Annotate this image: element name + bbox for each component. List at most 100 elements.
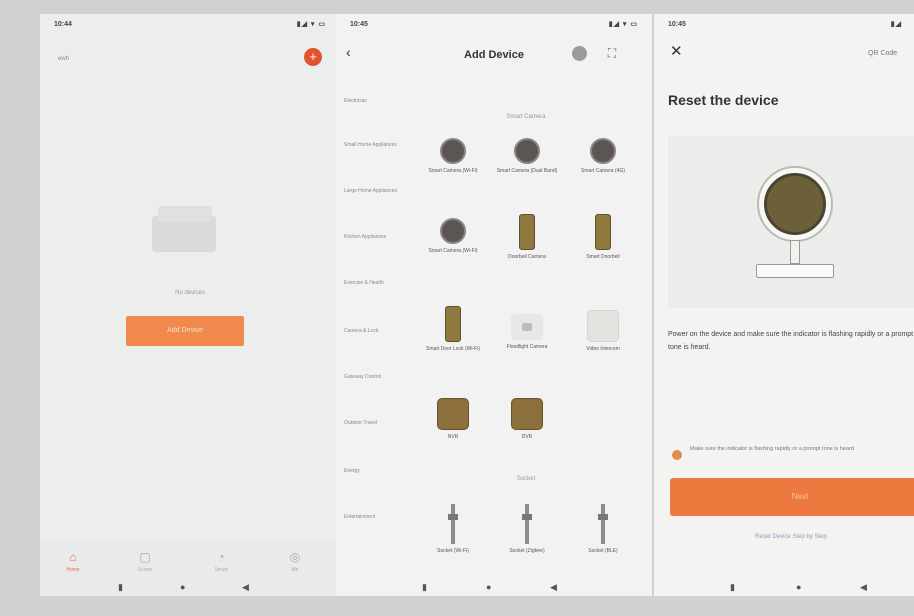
scene-icon: ▢ (139, 550, 151, 564)
home-nav-icon[interactable]: ● (180, 582, 185, 592)
socket-icon (522, 504, 532, 544)
status-time: 10:45 (668, 21, 686, 28)
plus-circle-icon[interactable]: + (304, 48, 322, 66)
category-item[interactable]: Energy (344, 468, 402, 474)
recents-icon[interactable]: ▮ (422, 582, 427, 593)
back-nav-icon[interactable]: ◀ (860, 582, 867, 593)
camera-icon (590, 138, 616, 164)
camera-stand (790, 240, 800, 264)
system-nav-bar: ▮ ● ◀ (336, 580, 652, 596)
socket-icon (448, 504, 458, 544)
tab-home[interactable]: ⌂ Home (48, 550, 98, 573)
device-item[interactable]: Floodlight Camera (494, 314, 560, 350)
category-item[interactable]: Camera & Lock (344, 328, 402, 334)
instruction-text: Power on the device and make sure the in… (668, 331, 914, 351)
category-item[interactable]: Large Home Appliances (344, 188, 402, 194)
floodlight-camera-icon (511, 314, 543, 340)
device-item[interactable]: Doorbell Camera (494, 214, 560, 260)
category-item[interactable]: Exercise & Health (344, 280, 402, 286)
tab-me[interactable]: ◎ Me (270, 550, 320, 573)
device-item[interactable]: Smart Camera (4G) (570, 138, 636, 174)
tab-smart[interactable]: ◔ Smart (196, 550, 246, 573)
system-nav-bar: ▮ ● ◀ (40, 580, 340, 596)
category-item[interactable]: Electrician (344, 98, 402, 104)
device-label: Video Intercom (586, 346, 620, 352)
device-item[interactable]: Smart Door Lock (Wi-Fi) (420, 306, 486, 352)
tab-label: Home (66, 567, 80, 573)
confirm-checkbox[interactable] (672, 450, 682, 460)
nvr-icon (437, 398, 469, 430)
device-label: NVR (447, 434, 459, 440)
recents-icon[interactable]: ▮ (730, 582, 735, 593)
status-bar: 10:44 ▮◢ ▾ ▭ (50, 20, 330, 32)
status-icons: ▮◢ (890, 21, 902, 28)
home-nav-icon[interactable]: ● (796, 582, 801, 592)
auto-scan-icon[interactable] (572, 46, 587, 61)
scan-icon[interactable]: ⛶ (604, 45, 620, 61)
device-label: Socket (BLE) (588, 548, 618, 554)
door-lock-icon (445, 306, 461, 342)
device-label: DVR (521, 434, 533, 440)
system-nav-bar: ▮ ● ◀ (654, 580, 914, 596)
device-item[interactable]: Socket (BLE) (570, 504, 636, 554)
device-item[interactable]: Video Intercom (570, 310, 636, 352)
next-button[interactable]: Next (670, 478, 914, 516)
bottom-tab-bar: ⌂ Home ▢ Scene ◔ Smart ◎ Me ▮ ● ◀ (40, 540, 340, 596)
page-title: Reset the device (668, 92, 779, 108)
recents-icon[interactable]: ▮ (118, 582, 123, 593)
device-item[interactable]: DVR (494, 398, 560, 440)
qr-code-link[interactable]: QR Code (868, 50, 897, 57)
camera-base (756, 264, 834, 278)
confirm-text[interactable]: Make sure the indicator is flashing rapi… (690, 444, 914, 454)
tab-label: Scene (137, 567, 153, 573)
phone-home-screen: 10:44 ▮◢ ▾ ▭ ewh + No devices Add Device… (40, 14, 340, 596)
doorbell-icon (519, 214, 535, 250)
camera-icon (440, 218, 466, 244)
empty-box-icon (148, 202, 238, 258)
empty-state-text: No devices (175, 290, 205, 296)
status-icons: ▮◢ ▾ ▭ (608, 21, 638, 28)
device-item[interactable]: Smart Doorbell (570, 214, 636, 260)
device-item[interactable]: Smart Camera (Dual Band) (494, 138, 560, 174)
dvr-icon (511, 398, 543, 430)
step-by-step-link[interactable]: Reset Device Step by Step (668, 534, 914, 540)
status-time: 10:45 (350, 21, 368, 28)
section-label: Smart Camera (506, 114, 546, 120)
camera-icon (440, 138, 466, 164)
device-item[interactable]: NVR (420, 398, 486, 440)
device-item[interactable]: Smart Camera (Wi-Fi) (420, 218, 486, 254)
camera-lens (764, 173, 826, 235)
add-device-button[interactable]: Add Device (126, 316, 244, 346)
category-item[interactable]: Outdoor Travel (344, 420, 402, 426)
back-nav-icon[interactable]: ◀ (242, 582, 249, 593)
device-label: Doorbell Camera (508, 254, 546, 260)
device-label: Smart Camera (Wi-Fi) (428, 168, 478, 174)
device-item[interactable]: Socket (Zigbee) (494, 504, 560, 554)
socket-icon (598, 504, 608, 544)
home-icon: ⌂ (69, 550, 77, 564)
phone-reset-device-screen: 10:45 ▮◢ ✕ QR Code Reset the device Powe… (654, 14, 914, 596)
device-item[interactable]: Smart Camera (Wi-Fi) (420, 138, 486, 174)
me-icon: ◎ (289, 550, 301, 564)
device-label: Socket (Wi-Fi) (437, 548, 469, 554)
category-item[interactable]: Kitchen Appliances (344, 234, 402, 240)
device-item[interactable]: Socket (Wi-Fi) (420, 504, 486, 554)
home-name[interactable]: ewh (58, 56, 69, 62)
device-label: Smart Camera (Wi-Fi) (428, 248, 478, 254)
intercom-icon (587, 310, 619, 342)
device-label: Smart Door Lock (Wi-Fi) (426, 346, 480, 352)
tab-label: Me (291, 567, 299, 573)
close-icon[interactable]: ✕ (670, 42, 683, 60)
status-icons: ▮◢ ▾ ▭ (296, 21, 326, 28)
category-item[interactable]: Entertainment (344, 514, 402, 520)
tab-scene[interactable]: ▢ Scene (120, 550, 170, 573)
home-nav-icon[interactable]: ● (486, 582, 491, 592)
back-nav-icon[interactable]: ◀ (550, 582, 557, 593)
device-label: Floodlight Camera (506, 344, 548, 350)
camera-icon (514, 138, 540, 164)
category-item[interactable]: Gateway Control (344, 374, 402, 380)
category-item[interactable]: Small Home Appliances (344, 142, 402, 148)
phone-add-device-screen: 10:45 ▮◢ ▾ ▭ ‹ Add Device ⛶ Electrician … (336, 14, 652, 596)
device-label: Smart Camera (Dual Band) (496, 168, 558, 174)
device-label: Socket (Zigbee) (509, 548, 545, 554)
